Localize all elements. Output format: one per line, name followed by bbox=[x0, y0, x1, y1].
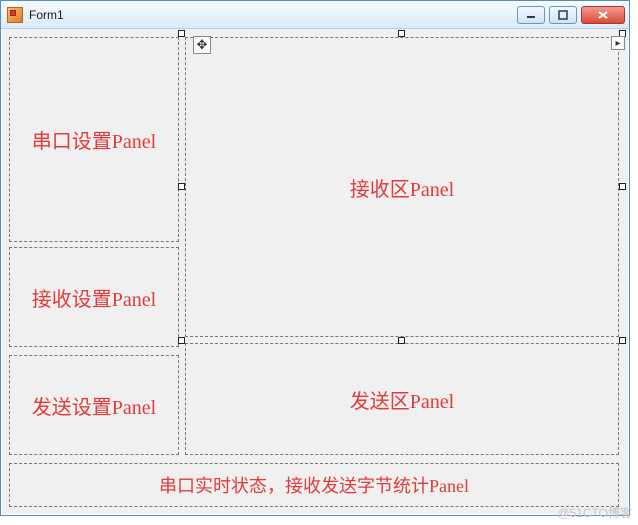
send-area-panel[interactable]: 发送区Panel bbox=[185, 343, 619, 455]
panel-label: 串口实时状态，接收发送字节统计Panel bbox=[159, 472, 469, 498]
resize-handle-w[interactable] bbox=[178, 183, 185, 190]
panel-label: 接收设置Panel bbox=[32, 283, 156, 312]
panel-label: 接收区Panel bbox=[350, 173, 454, 202]
close-button[interactable] bbox=[581, 6, 625, 24]
panel-label: 发送区Panel bbox=[350, 385, 454, 414]
status-bar-panel[interactable]: 串口实时状态，接收发送字节统计Panel bbox=[9, 463, 619, 507]
resize-handle-e[interactable] bbox=[619, 183, 626, 190]
resize-handle-n[interactable] bbox=[398, 30, 405, 37]
recv-settings-panel[interactable]: 接收设置Panel bbox=[9, 247, 179, 347]
watermark-text: @51CTO博客 bbox=[557, 504, 632, 521]
title-bar[interactable]: Form1 bbox=[1, 1, 629, 29]
resize-handle-sw[interactable] bbox=[178, 337, 185, 344]
resize-handle-se[interactable] bbox=[619, 337, 626, 344]
client-area: 串口设置Panel 接收设置Panel 发送设置Panel 接收区Panel 发… bbox=[7, 35, 623, 509]
send-settings-panel[interactable]: 发送设置Panel bbox=[9, 355, 179, 455]
recv-area-panel[interactable]: 接收区Panel bbox=[185, 37, 619, 337]
window-title: Form1 bbox=[29, 8, 517, 22]
window-frame: Form1 串口设置Panel 接收设置Panel 发送设置Panel 接收区P… bbox=[0, 0, 630, 516]
serial-settings-panel[interactable]: 串口设置Panel bbox=[9, 37, 179, 242]
maximize-button[interactable] bbox=[549, 6, 577, 24]
minimize-button[interactable] bbox=[517, 6, 545, 24]
app-icon bbox=[7, 7, 23, 23]
resize-handle-ne[interactable] bbox=[619, 30, 626, 37]
window-controls bbox=[517, 6, 625, 24]
resize-handle-nw[interactable] bbox=[178, 30, 185, 37]
panel-label: 串口设置Panel bbox=[32, 125, 156, 154]
minimize-icon bbox=[526, 10, 536, 20]
maximize-icon bbox=[558, 10, 568, 20]
panel-label: 发送设置Panel bbox=[32, 391, 156, 420]
close-icon bbox=[597, 10, 609, 20]
